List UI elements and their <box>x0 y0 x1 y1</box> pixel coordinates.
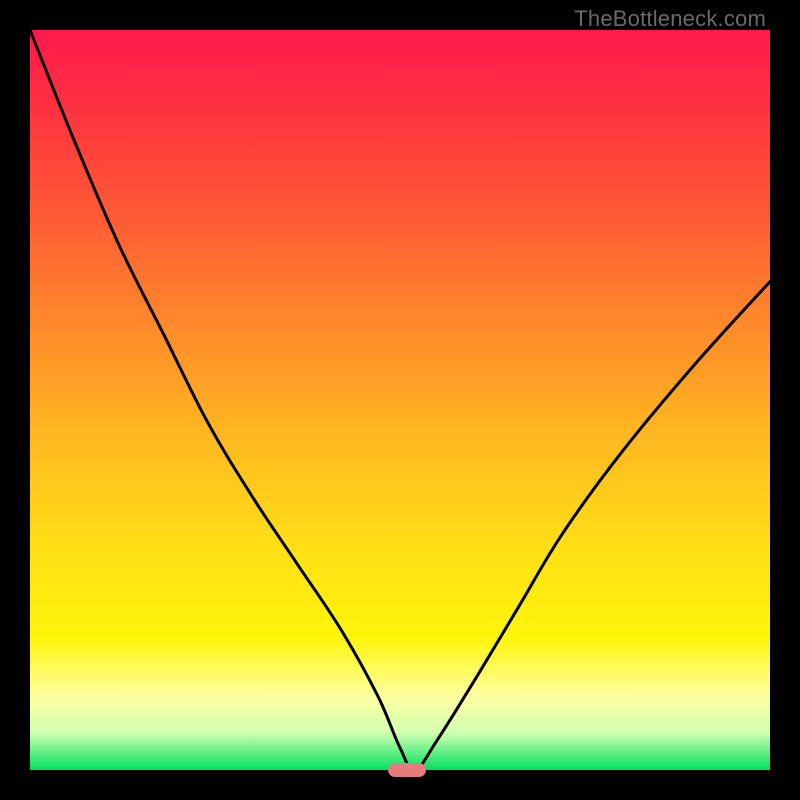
curve-path <box>30 30 770 770</box>
watermark-text: TheBottleneck.com <box>574 6 766 32</box>
plot-area <box>30 30 770 770</box>
bottleneck-curve <box>30 30 770 770</box>
chart-frame: TheBottleneck.com <box>0 0 800 800</box>
minimum-marker <box>388 763 426 777</box>
